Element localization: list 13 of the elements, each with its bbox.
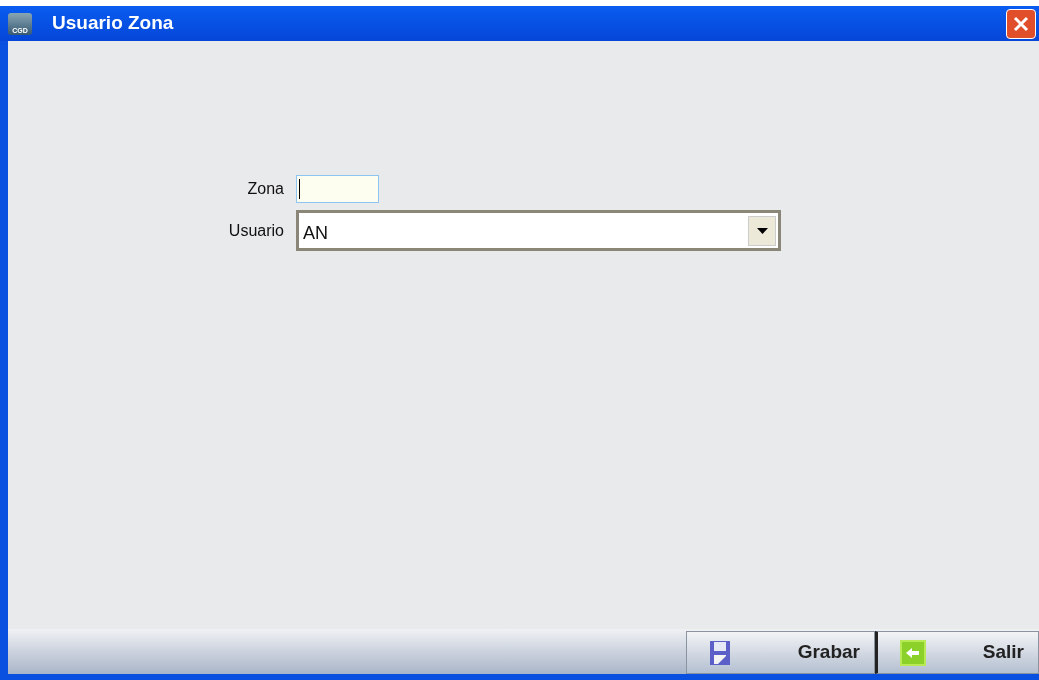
dropdown-field[interactable]: AN: [296, 210, 781, 251]
field-label: Zona: [246, 179, 285, 199]
close-button[interactable]: [1006, 8, 1036, 39]
field-label: Usuario: [227, 220, 285, 241]
dropdown-arrow-button[interactable]: [748, 215, 776, 246]
save-button[interactable]: Grabar: [686, 631, 875, 674]
window-title: Usuario Zona: [52, 11, 174, 36]
caret-icon: [756, 227, 768, 234]
close-icon: [1012, 14, 1030, 33]
dropdown-value: AN: [302, 222, 329, 245]
text-cursor: [299, 179, 300, 199]
exit-button[interactable]: Salir: [875, 631, 1039, 674]
input-field[interactable]: [296, 175, 379, 203]
